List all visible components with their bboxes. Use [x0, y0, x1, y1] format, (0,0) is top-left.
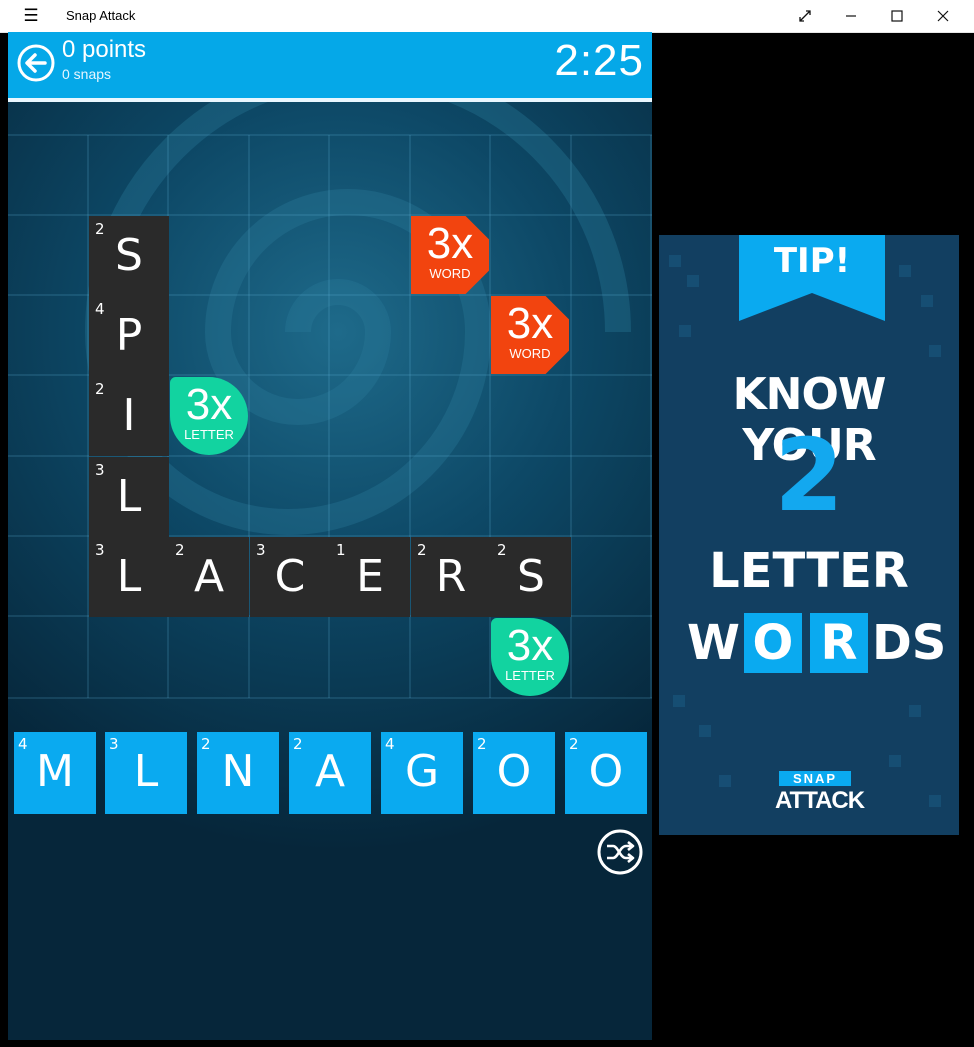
ad-logo-bottom: ATTACK [775, 787, 865, 814]
rack-tile[interactable]: 3 L [105, 732, 187, 814]
rack-tile[interactable]: 2 N [197, 732, 279, 814]
board-tile[interactable]: 2 S [491, 537, 571, 617]
tile-letter: E [356, 551, 384, 602]
rack-tile[interactable]: 2 O [565, 732, 647, 814]
bonus-kind: LETTER [184, 427, 234, 442]
shuffle-icon[interactable] [596, 828, 644, 876]
ad-letter-w: W [687, 615, 740, 671]
board-tile[interactable]: 3 L [89, 457, 169, 537]
board-tile[interactable]: 4 P [89, 296, 169, 376]
tile-letter: N [221, 746, 255, 797]
bonus-kind: WORD [429, 266, 471, 281]
bonus-multiplier: 3x [506, 621, 554, 670]
bonus-multiplier: 3x [185, 380, 233, 429]
rack-tile[interactable]: 2 O [473, 732, 555, 814]
ad-line-letter: LETTER [709, 543, 909, 599]
board-tile[interactable]: 3 C [250, 537, 330, 617]
tile-letter: M [36, 746, 74, 797]
expand-icon[interactable] [782, 0, 828, 32]
board-tile[interactable]: 3 L [89, 537, 169, 617]
bonus-kind: LETTER [505, 668, 555, 683]
letter-bonus-square[interactable]: 3x LETTER [170, 377, 248, 455]
ad-big-number: 2 [774, 417, 844, 534]
timer: 2:25 [554, 36, 644, 85]
window-title: Snap Attack [66, 8, 136, 23]
ad-logo-top: SNAP [779, 771, 851, 786]
board-tile[interactable]: 2 R [411, 537, 491, 617]
ad-tip-label: TIP! [773, 241, 851, 281]
board-tile[interactable]: 2 S [89, 216, 169, 296]
word-bonus-square[interactable]: 3x WORD [491, 296, 569, 374]
board-tile[interactable]: 2 A [169, 537, 249, 617]
rack-tile[interactable]: 4 G [381, 732, 463, 814]
tile-letter: R [435, 551, 467, 602]
bonus-kind: WORD [509, 346, 551, 361]
points-label: 0 points [62, 36, 147, 63]
tile-letter: O [496, 746, 532, 797]
hamburger-menu-icon[interactable]: ☰ [18, 6, 44, 26]
rack-tile[interactable]: 2 A [289, 732, 371, 814]
tile-letter: I [122, 390, 136, 441]
minimize-icon[interactable] [828, 0, 874, 32]
tile-letter: L [116, 551, 142, 602]
tile-letter: G [404, 746, 440, 797]
word-bonus-square[interactable]: 3x WORD [411, 216, 489, 294]
maximize-icon[interactable] [874, 0, 920, 32]
score-header: 0 points 0 snaps 2:25 [8, 32, 652, 98]
ad-letters-ds: DS [871, 615, 947, 671]
game-area: 0 points 0 snaps 2:25 2 S 4 P 2 I 3 L 3 … [8, 32, 652, 1040]
back-arrow-icon[interactable] [16, 43, 56, 83]
header-divider [8, 98, 652, 102]
board-tile[interactable]: 1 E [330, 537, 410, 617]
tile-letter: P [115, 310, 143, 361]
tile-letter: S [517, 551, 545, 602]
tile-letter: A [314, 746, 346, 797]
tile-letter: S [115, 230, 143, 281]
tile-letter: O [588, 746, 624, 797]
tile-letter: C [274, 551, 306, 602]
board-tile[interactable]: 2 I [89, 376, 169, 456]
close-icon[interactable] [920, 0, 966, 32]
ad-line-words: W O R DS [687, 613, 946, 673]
tile-letter: L [116, 471, 142, 522]
tile-letter: A [193, 551, 225, 602]
ad-background [669, 235, 941, 807]
ad-letter-r: R [809, 613, 868, 673]
letter-bonus-square[interactable]: 3x LETTER [491, 618, 569, 696]
rack-tile[interactable]: 4 M [14, 732, 96, 814]
ad-panel[interactable]: TIP! KNOW YOUR 2 LETTER W O R DS SNAP AT… [659, 235, 959, 835]
snaps-label: 0 snaps [62, 66, 112, 82]
tile-letter: L [133, 746, 159, 797]
title-bar: ☰ Snap Attack [0, 0, 974, 33]
ad-letter-o: O [743, 613, 802, 673]
